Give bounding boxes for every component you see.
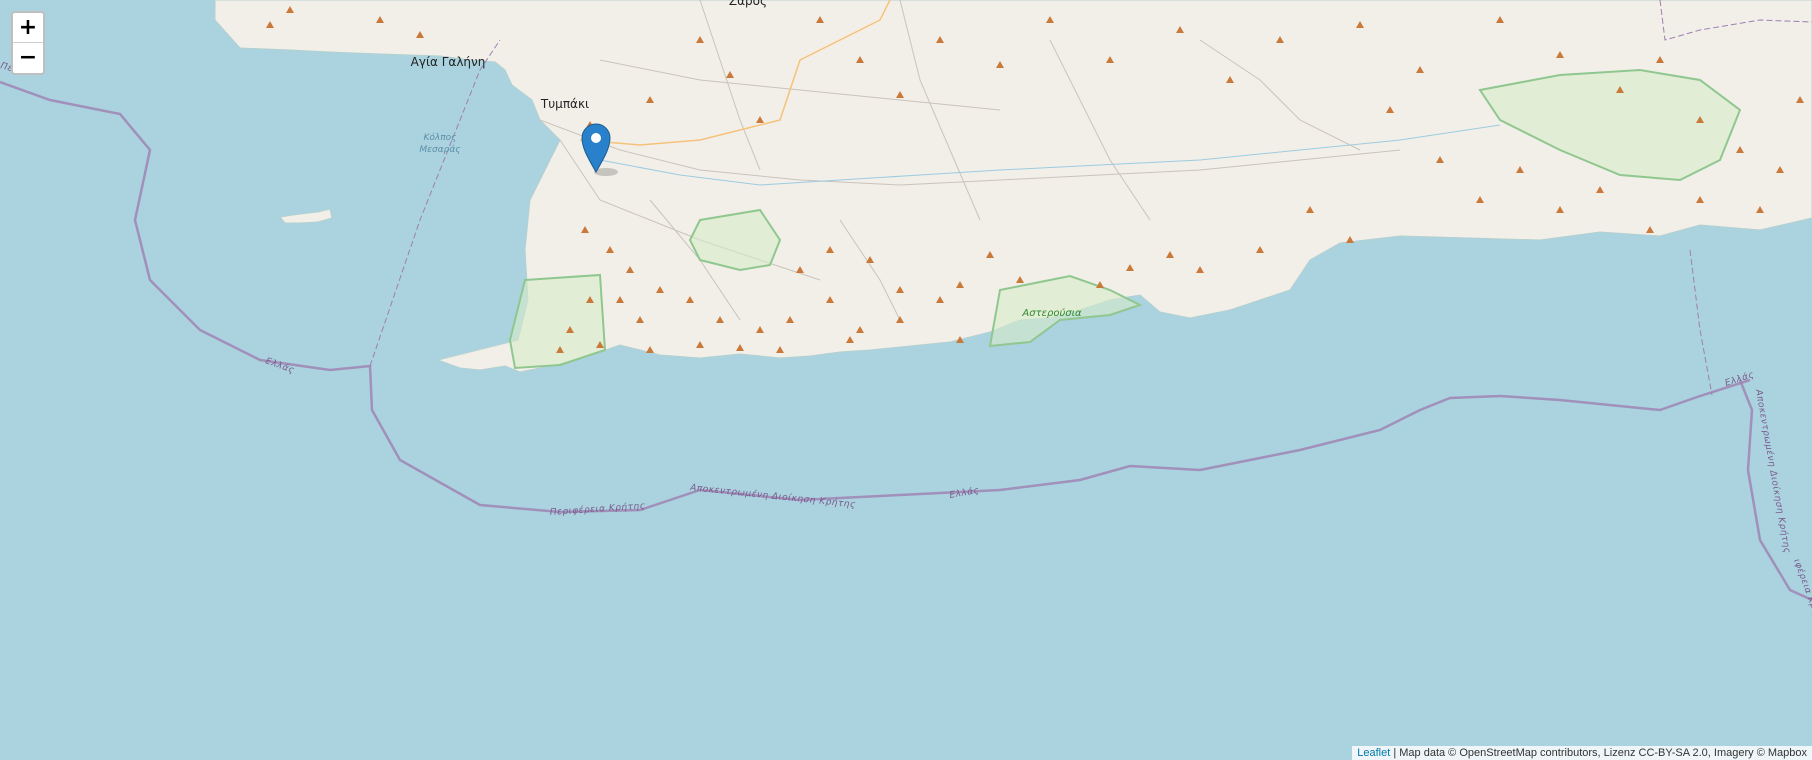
map-attribution: Leaflet | Map data © OpenStreetMap contr… bbox=[1352, 746, 1812, 760]
map-tiles[interactable]: Ζαρός Αγία Γαλήνη Τυμπάκι Αστερούσια Κόλ… bbox=[0, 0, 1812, 760]
water-label-line1: Κόλπος bbox=[424, 132, 457, 143]
place-label-tympaki: Τυμπάκι bbox=[540, 97, 589, 111]
place-label-asterousia: Αστερούσια bbox=[1021, 307, 1082, 319]
map-viewport[interactable]: Ζαρός Αγία Γαλήνη Τυμπάκι Αστερούσια Κόλ… bbox=[0, 0, 1812, 760]
zoom-out-button[interactable]: − bbox=[13, 43, 43, 73]
zoom-in-button[interactable]: + bbox=[13, 13, 43, 43]
place-label-agia-galini: Αγία Γαλήνη bbox=[411, 55, 486, 69]
leaflet-link[interactable]: Leaflet bbox=[1357, 747, 1390, 759]
place-label-zaros: Ζαρός bbox=[729, 0, 767, 8]
zoom-control: + − bbox=[11, 11, 45, 75]
attribution-text: | Map data © OpenStreetMap contributors,… bbox=[1390, 747, 1807, 759]
water-label-line2: Μεσαράς bbox=[419, 145, 460, 155]
